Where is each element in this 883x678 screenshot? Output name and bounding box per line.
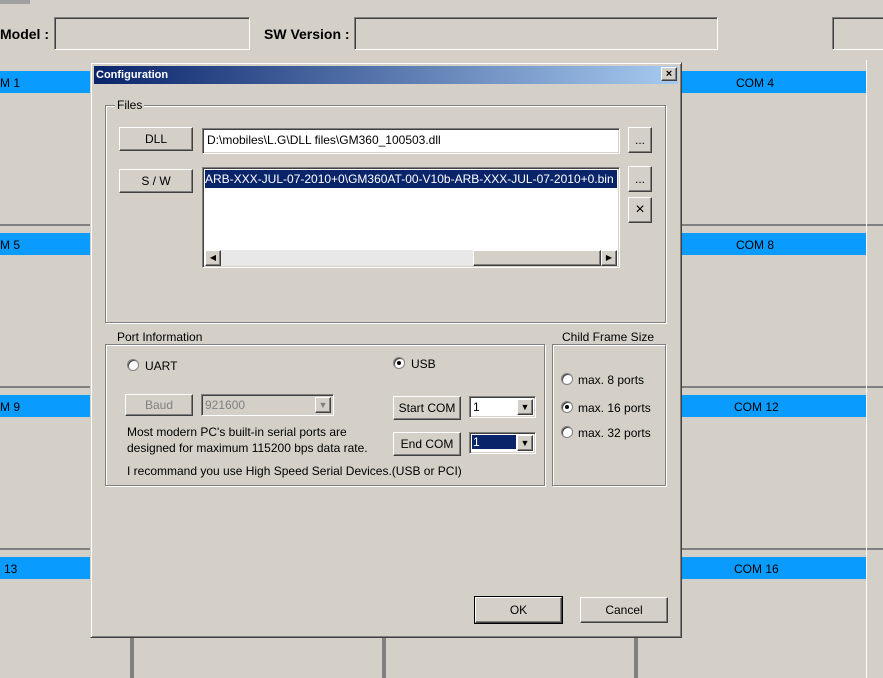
scroll-left-button[interactable]: ◀ [205, 250, 221, 266]
chevron-down-icon[interactable]: ▼ [517, 399, 533, 415]
baud-select: 921600 ▼ [201, 394, 334, 416]
dialog-title: Configuration [96, 69, 169, 81]
com-pane-label-16: COM 16 [734, 562, 779, 576]
end-com-value: 1 [472, 435, 516, 449]
pane-divider [680, 386, 883, 388]
max-8-ports-radio[interactable] [561, 373, 573, 385]
start-com-button: Start COM [393, 396, 461, 420]
menu-remnant [0, 0, 30, 4]
com-pane-label-13: 13 [4, 562, 18, 576]
start-com-label: Start COM [398, 401, 456, 415]
com-pane-header-8: COM 8 [680, 233, 866, 257]
child-frame-size-label: Child Frame Size [560, 330, 657, 344]
usb-label: USB [411, 357, 436, 371]
baud-button: Baud [125, 394, 193, 416]
com-pane-header-1: M 1 [0, 71, 92, 95]
pane-divider [680, 548, 883, 550]
dll-path-text: D:\mobiles\L.G\DLL files\GM360_100503.dl… [207, 133, 441, 147]
pane-divider [0, 224, 92, 226]
com-pane-label-8: COM 8 [736, 238, 775, 252]
pane-vline [634, 638, 638, 678]
extra-field[interactable] [832, 17, 883, 50]
end-com-label: End COM [400, 437, 454, 451]
sw-version-field[interactable] [354, 17, 718, 50]
dialog-titlebar[interactable]: Configuration [94, 66, 678, 84]
cancel-button[interactable]: Cancel [580, 597, 668, 623]
port-note-line2: designed for maximum 115200 bps data rat… [127, 441, 368, 455]
dll-browse-button[interactable]: ... [628, 127, 652, 153]
dll-path-field[interactable]: D:\mobiles\L.G\DLL files\GM360_100503.dl… [202, 128, 620, 154]
sw-file-list[interactable]: ARB-XXX-JUL-07-2010+0\GM360AT-00-V10b-AR… [202, 167, 620, 268]
dll-button[interactable]: DLL [119, 127, 193, 151]
scroll-thumb[interactable] [473, 250, 601, 266]
end-com-button: End COM [393, 432, 461, 456]
pane-vline [382, 638, 386, 678]
com-pane-label-1: M 1 [0, 76, 21, 90]
model-field[interactable] [54, 17, 250, 50]
sw-browse-button[interactable]: ... [628, 166, 652, 192]
pane-divider [680, 224, 883, 226]
start-com-value: 1 [473, 400, 480, 414]
max-8-ports-label: max. 8 ports [578, 373, 645, 387]
max-32-ports-radio[interactable] [561, 426, 573, 438]
port-recommendation: I recommand you use High Speed Serial De… [127, 464, 462, 478]
child-frame-size-group [552, 344, 666, 486]
port-information-label: Port Information [115, 330, 205, 344]
usb-radio[interactable] [393, 357, 405, 369]
sw-version-label: SW Version : [264, 26, 350, 42]
horizontal-scrollbar[interactable]: ◀ ▶ [205, 250, 617, 266]
com-pane-header-4: COM 4 [680, 71, 866, 95]
com-pane-label-9: M 9 [0, 400, 21, 414]
com-pane-header-9: M 9 [0, 395, 92, 419]
com-pane-header-13: 13 [0, 557, 92, 581]
com-pane-header-12: COM 12 [680, 395, 866, 419]
com-pane-header-5: M 5 [0, 233, 92, 257]
com-pane-label-12: COM 12 [734, 400, 779, 414]
uart-radio[interactable] [127, 359, 139, 371]
chevron-down-icon: ▼ [315, 397, 331, 413]
files-group-label: Files [115, 98, 145, 112]
max-32-ports-label: max. 32 ports [578, 426, 651, 440]
model-label: Model : [0, 26, 49, 42]
sw-file-text: ARB-XXX-JUL-07-2010+0\GM360AT-00-V10b-AR… [205, 172, 614, 186]
pane-divider [0, 548, 92, 550]
port-note-line1: Most modern PC's built-in serial ports a… [127, 425, 347, 439]
baud-value: 921600 [205, 398, 246, 412]
configuration-dialog: Configuration × Files DLL D:\mobiles\L.G… [90, 62, 682, 638]
sw-remove-button[interactable]: × [628, 197, 652, 223]
ok-button[interactable]: OK [474, 596, 563, 624]
com-pane-header-16: COM 16 [680, 557, 866, 581]
max-16-ports-radio[interactable] [561, 401, 573, 413]
max-16-ports-label: max. 16 ports [578, 401, 651, 415]
com-pane-label-4: COM 4 [736, 76, 775, 90]
sw-file-item[interactable]: ARB-XXX-JUL-07-2010+0\GM360AT-00-V10b-AR… [205, 170, 617, 188]
sw-button[interactable]: S / W [119, 169, 193, 193]
end-com-select[interactable]: 1 ▼ [469, 432, 536, 454]
scroll-right-button[interactable]: ▶ [601, 250, 617, 266]
com-pane-label-5: M 5 [0, 238, 21, 252]
chevron-down-icon[interactable]: ▼ [517, 435, 533, 451]
pane-vline [130, 638, 134, 678]
start-com-select[interactable]: 1 ▼ [469, 396, 536, 418]
pane-vline [866, 60, 867, 678]
close-icon[interactable]: × [661, 67, 677, 81]
uart-label: UART [145, 359, 178, 373]
pane-divider [0, 386, 92, 388]
